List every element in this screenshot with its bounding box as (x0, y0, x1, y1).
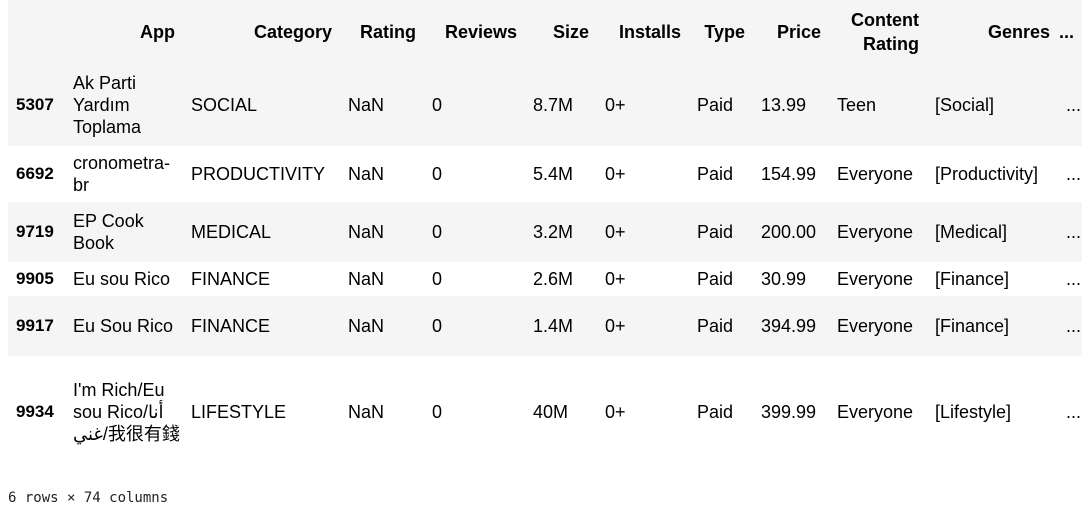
cell-ellipsis: ... (1066, 402, 1082, 422)
cell-category: MEDICAL (191, 222, 272, 242)
cell-installs: 0+ (605, 316, 626, 336)
cell-price: 399.99 (761, 402, 817, 422)
cell-rating: NaN (348, 164, 385, 184)
column-header-content-rating: Content Rating (829, 0, 927, 64)
column-header-content-rating-line2: Rating (863, 34, 919, 54)
cell-category: FINANCE (191, 316, 271, 336)
cell-ellipsis: ... (1066, 222, 1082, 242)
cell-category: SOCIAL (191, 95, 258, 115)
cell-app: I'm Rich/Eu sou Rico/أنا غني/我很有錢 (73, 380, 180, 444)
cell-genres: [Lifestyle] (935, 402, 1012, 422)
cell-price: 154.99 (761, 164, 817, 184)
cell-ellipsis: ... (1066, 316, 1082, 336)
cell-app: Ak Parti Yardım Toplama (73, 73, 142, 137)
cell-size: 1.4M (533, 316, 574, 336)
cell-app: Eu sou Rico (73, 269, 171, 289)
table-row: 9934 I'm Rich/Eu sou Rico/أنا غني/我很有錢 L… (8, 356, 1082, 468)
row-index: 6692 (16, 164, 54, 183)
column-header-category: Category (253, 22, 332, 42)
cell-reviews: 0 (432, 402, 443, 422)
cell-installs: 0+ (605, 164, 626, 184)
cell-size: 5.4M (533, 164, 574, 184)
row-index: 5307 (16, 95, 54, 114)
cell-app: Eu Sou Rico (73, 316, 174, 336)
cell-size: 40M (533, 402, 569, 422)
table-row: 9905 Eu sou Rico FINANCE NaN 0 2.6M 0+ P… (8, 262, 1082, 296)
cell-rating: NaN (348, 402, 385, 422)
table-row: 5307 Ak Parti Yardım Toplama SOCIAL NaN … (8, 64, 1082, 146)
dataframe-table: App Category Rating Reviews Size Install… (8, 0, 1082, 468)
cell-genres: [Finance] (935, 269, 1010, 289)
cell-installs: 0+ (605, 95, 626, 115)
column-header-app: App (140, 22, 175, 42)
cell-installs: 0+ (605, 402, 626, 422)
cell-type: Paid (697, 222, 734, 242)
row-index: 9905 (16, 269, 54, 288)
table-row: 9719 EP Cook Book MEDICAL NaN 0 3.2M 0+ … (8, 202, 1082, 262)
row-index: 9719 (16, 222, 54, 241)
cell-category: FINANCE (191, 269, 271, 289)
cell-ellipsis: ... (1066, 95, 1082, 115)
column-header-size: Size (552, 22, 589, 42)
column-header-ellipsis: ... (1058, 22, 1074, 42)
cell-reviews: 0 (432, 164, 443, 184)
cell-rating: NaN (348, 269, 385, 289)
row-index: 9917 (16, 316, 54, 335)
cell-reviews: 0 (432, 316, 443, 336)
row-index: 9934 (16, 402, 54, 421)
cell-reviews: 0 (432, 95, 443, 115)
cell-content-rating: Everyone (837, 269, 914, 289)
cell-type: Paid (697, 269, 734, 289)
cell-genres: [Medical] (935, 222, 1008, 242)
dataframe-shape-caption: 6 rows × 74 columns (8, 490, 169, 506)
cell-rating: NaN (348, 222, 385, 242)
column-header-type: Type (704, 22, 745, 42)
cell-price: 200.00 (761, 222, 817, 242)
cell-installs: 0+ (605, 222, 626, 242)
cell-rating: NaN (348, 316, 385, 336)
cell-type: Paid (697, 316, 734, 336)
cell-ellipsis: ... (1066, 164, 1082, 184)
cell-category: LIFESTYLE (191, 402, 287, 422)
cell-price: 13.99 (761, 95, 807, 115)
column-header-price: Price (776, 22, 821, 42)
cell-content-rating: Everyone (837, 222, 914, 242)
column-header-installs: Installs (618, 22, 681, 42)
cell-price: 30.99 (761, 269, 807, 289)
cell-reviews: 0 (432, 269, 443, 289)
cell-size: 2.6M (533, 269, 574, 289)
cell-ellipsis: ... (1066, 269, 1082, 289)
column-header-content-rating-line1: Content (851, 10, 919, 30)
cell-rating: NaN (348, 95, 385, 115)
table-row: 6692 cronometra-br PRODUCTIVITY NaN 0 5.… (8, 146, 1082, 202)
cell-genres: [Social] (935, 95, 995, 115)
table-row: 9917 Eu Sou Rico FINANCE NaN 0 1.4M 0+ P… (8, 296, 1082, 356)
cell-size: 3.2M (533, 222, 574, 242)
cell-type: Paid (697, 164, 734, 184)
column-header-genres: Genres (987, 22, 1050, 42)
cell-content-rating: Teen (837, 95, 877, 115)
cell-app: EP Cook Book (73, 211, 144, 253)
cell-price: 394.99 (761, 316, 817, 336)
cell-size: 8.7M (533, 95, 574, 115)
cell-content-rating: Everyone (837, 316, 914, 336)
cell-installs: 0+ (605, 269, 626, 289)
cell-content-rating: Everyone (837, 402, 914, 422)
cell-app: cronometra-br (73, 153, 171, 195)
cell-genres: [Productivity] (935, 164, 1039, 184)
dataframe-output: App Category Rating Reviews Size Install… (8, 0, 1082, 468)
cell-type: Paid (697, 95, 734, 115)
header-row: App Category Rating Reviews Size Install… (8, 0, 1082, 64)
cell-category: PRODUCTIVITY (191, 164, 326, 184)
cell-content-rating: Everyone (837, 164, 914, 184)
cell-genres: [Finance] (935, 316, 1010, 336)
column-header-reviews: Reviews (444, 22, 517, 42)
column-header-rating: Rating (360, 22, 416, 42)
cell-reviews: 0 (432, 222, 443, 242)
cell-type: Paid (697, 402, 734, 422)
index-header (8, 0, 65, 64)
